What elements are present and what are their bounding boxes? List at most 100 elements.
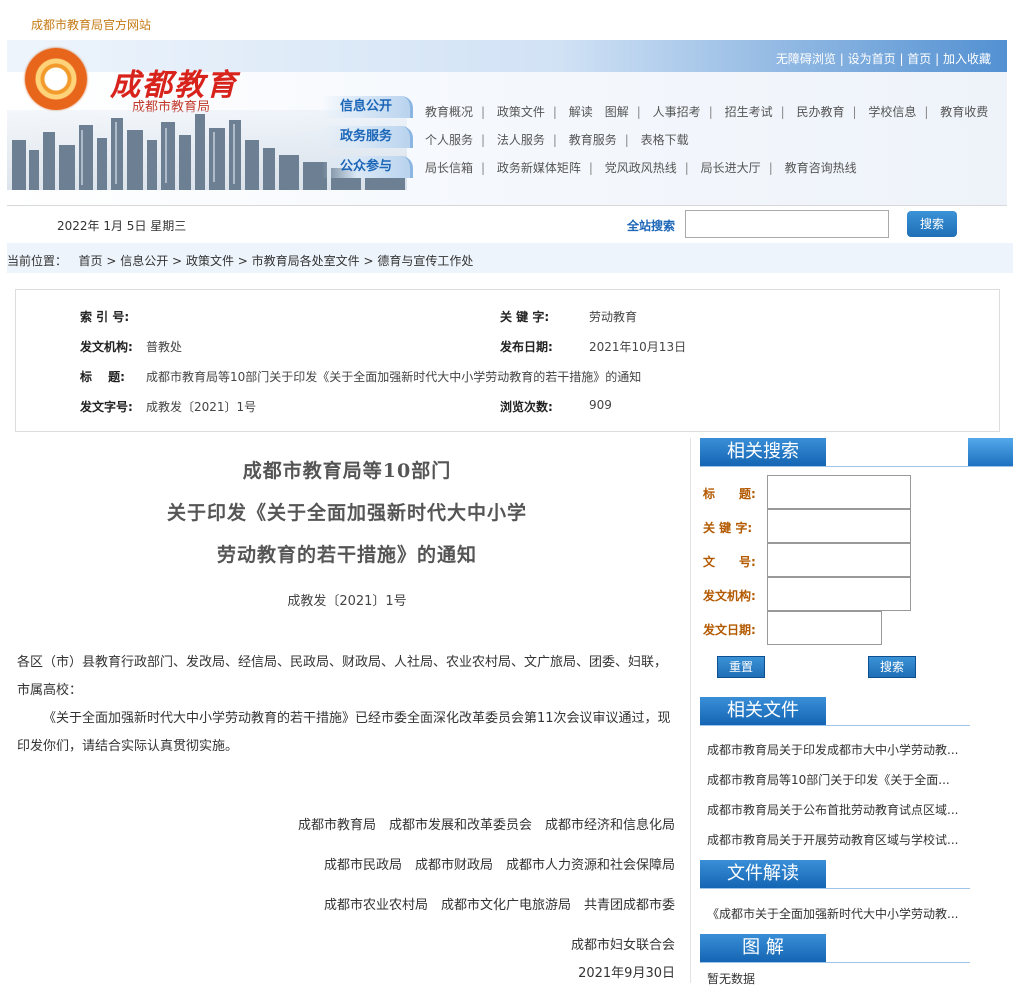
- related-file-link[interactable]: 成都市教育局等10部门关于印发《关于全面...: [707, 771, 962, 788]
- graphic-item: 暂无数据: [707, 972, 756, 986]
- doc-number-value: 成教发〔2021〕1号: [146, 400, 257, 414]
- nav-item[interactable]: 局长进大厅: [701, 161, 761, 175]
- field-docno-input[interactable]: [767, 543, 911, 577]
- field-date-input[interactable]: [767, 611, 882, 645]
- nav-item[interactable]: 法人服务: [497, 133, 545, 147]
- signer-line-2: 成都市民政局 成都市财政局 成都市人力资源和社会保障局: [323, 858, 675, 873]
- graphic-title: 图 解: [700, 934, 826, 962]
- nav-tag-public[interactable]: 公众参与: [322, 156, 413, 178]
- article-addressee: 各区（市）县教育行政部门、发改局、经信局、民政局、财政局、人社局、农业农村局、文…: [17, 655, 668, 698]
- site-search-button[interactable]: 搜索: [907, 211, 957, 237]
- breadcrumb-sep: >: [106, 254, 117, 268]
- field-title-label: 标 题:: [703, 487, 756, 501]
- site-search-input[interactable]: [685, 210, 889, 238]
- nav-row-service: 个人服务 | 法人服务 | 教育服务 | 表格下载: [425, 133, 689, 147]
- nav-item[interactable]: 民办教育: [796, 105, 844, 119]
- breadcrumb-policy[interactable]: 政策文件: [186, 254, 234, 268]
- views-label: 浏览次数:: [500, 400, 553, 414]
- nav-item[interactable]: 学校信息: [868, 105, 916, 119]
- views-value: 909: [589, 398, 612, 412]
- link-home[interactable]: 首页: [907, 52, 931, 66]
- related-file-link[interactable]: 成都市教育局关于印发成都市大中小学劳动教...: [707, 741, 962, 758]
- logo-emblem-icon: [25, 48, 87, 110]
- related-files-title: 相关文件: [700, 697, 826, 725]
- link-accessibility[interactable]: 无障碍浏览: [776, 52, 836, 66]
- field-keyword-label: 关 键 字:: [703, 521, 753, 535]
- article-body: 《关于全面加强新时代大中小学劳动教育的若干措施》已经市委全面深化改革委员会第11…: [17, 711, 671, 754]
- signer-line-1: 成都市教育局 成都市发展和改革委员会 成都市经济和信息化局: [297, 818, 675, 833]
- keyword-value: 劳动教育: [589, 310, 638, 324]
- signer-line-3: 成都市农业农村局 成都市文化广电旅游局 共青团成都市委: [323, 898, 675, 913]
- sign-date: 2021年9月30日: [578, 966, 675, 981]
- nav-item[interactable]: 局长信箱: [425, 161, 473, 175]
- date-search-bar: 2022年 1月 5日 星期三 全站搜索 搜索: [7, 205, 1007, 244]
- link-add-favorite[interactable]: 加入收藏: [943, 52, 991, 66]
- related-file-link[interactable]: 成都市教育局关于开展劳动教育区域与学校试...: [707, 831, 962, 848]
- city-skyline-image: [7, 110, 407, 190]
- breadcrumb-sep: >: [363, 254, 374, 268]
- interpretation-link[interactable]: 《成都市关于全面加强新时代大中小学劳动教...: [707, 905, 962, 922]
- nav-item[interactable]: 个人服务: [425, 133, 473, 147]
- site-top-title: 成都市教育局官方网站: [31, 18, 152, 32]
- doc-number-label: 发文字号:: [80, 400, 133, 414]
- breadcrumb-sep: >: [237, 254, 248, 268]
- breadcrumb: 当前位置： 首页 > 信息公开 > 政策文件 > 市教育局各处室文件 > 德育与…: [7, 243, 1013, 273]
- breadcrumb-sep: >: [172, 254, 183, 268]
- nav-item[interactable]: 政策文件: [497, 105, 545, 119]
- graphic-header: 图 解: [700, 934, 970, 963]
- nav-item[interactable]: 教育服务: [569, 133, 617, 147]
- publish-date-value: 2021年10月13日: [589, 340, 687, 354]
- publish-date-label: 发布日期:: [500, 340, 553, 354]
- header-tail: [968, 438, 1013, 466]
- signer-line-4: 成都市妇女联合会: [570, 938, 675, 953]
- article-title-line-2: 关于印发《关于全面加强新时代大中小学: [166, 502, 527, 524]
- breadcrumb-dept-files[interactable]: 市教育局各处室文件: [252, 254, 360, 268]
- nav-item[interactable]: 教育收费: [940, 105, 988, 119]
- related-search-header: 相关搜索: [700, 438, 1013, 467]
- index-label: 索 引 号:: [80, 310, 130, 324]
- site-header: 成都教育 成都市教育局 无障碍浏览 | 设为首页 | 首页 | 加入收藏 信息公…: [7, 40, 1007, 205]
- breadcrumb-prefix: 当前位置：: [7, 254, 68, 268]
- field-date-label: 发文日期:: [703, 623, 756, 637]
- field-org-input[interactable]: [767, 577, 911, 611]
- nav-row-public: 局长信箱 | 政务新媒体矩阵 | 党风政风热线 | 局长进大厅 | 教育咨询热线: [425, 161, 857, 175]
- nav-tag-service[interactable]: 政务服务: [322, 126, 413, 148]
- reset-button[interactable]: 重置: [717, 656, 765, 678]
- breadcrumb-moral-dept[interactable]: 德育与宣传工作处: [377, 254, 473, 268]
- nav-item[interactable]: 人事招考: [653, 105, 701, 119]
- keyword-label: 关 键 字:: [500, 310, 550, 324]
- field-keyword-input[interactable]: [767, 509, 911, 543]
- nav-row-info: 教育概况 | 政策文件 | 解读 图解 | 人事招考 | 招生考试 | 民办教育 | 学校信…: [425, 105, 989, 119]
- sidebar-divider: [690, 438, 691, 983]
- org-label: 发文机构:: [80, 340, 133, 354]
- nav-item[interactable]: 党风政风热线: [605, 161, 677, 175]
- nav-item[interactable]: 招生考试: [725, 105, 773, 119]
- top-links: 无障碍浏览 | 设为首页 | 首页 | 加入收藏: [775, 52, 991, 66]
- top-bar: 成都市教育局官方网站: [7, 4, 1007, 41]
- link-set-homepage[interactable]: 设为首页: [848, 52, 896, 66]
- field-docno-label: 文 号:: [703, 555, 756, 569]
- related-file-link[interactable]: 成都市教育局关于公布首批劳动教育试点区域...: [707, 801, 962, 818]
- field-org-label: 发文机构:: [703, 589, 756, 603]
- nav-item[interactable]: 解读 图解: [569, 105, 629, 119]
- interpretation-title: 文件解读: [700, 860, 826, 888]
- nav-item[interactable]: 表格下载: [641, 133, 689, 147]
- nav-item[interactable]: 教育咨询热线: [785, 161, 857, 175]
- article-title-line-1: 成都市教育局等10部门: [242, 460, 452, 482]
- field-title-input[interactable]: [767, 475, 911, 509]
- org-value: 普教处: [146, 340, 183, 354]
- sidebar-search-button[interactable]: 搜索: [868, 656, 916, 678]
- interpretation-header: 文件解读: [700, 860, 970, 889]
- article-doc-number: 成教发〔2021〕1号: [287, 594, 407, 609]
- title-label: 标 题:: [80, 370, 125, 384]
- nav-item[interactable]: 教育概况: [425, 105, 473, 119]
- document-info-box: 索 引 号: 关 键 字: 劳动教育 发文机构: 普教处 发布日期: 2021年…: [15, 289, 1000, 432]
- site-search-label: 全站搜索: [627, 219, 676, 233]
- breadcrumb-home[interactable]: 首页: [78, 254, 102, 268]
- nav-item[interactable]: 政务新媒体矩阵: [497, 161, 581, 175]
- nav-tag-info[interactable]: 信息公开: [322, 96, 413, 118]
- related-files-header: 相关文件: [700, 697, 970, 726]
- title-value: 成都市教育局等10部门关于印发《关于全面加强新时代大中小学劳动教育的若干措施》的…: [146, 370, 642, 384]
- related-search-title: 相关搜索: [700, 438, 826, 466]
- breadcrumb-info[interactable]: 信息公开: [120, 254, 168, 268]
